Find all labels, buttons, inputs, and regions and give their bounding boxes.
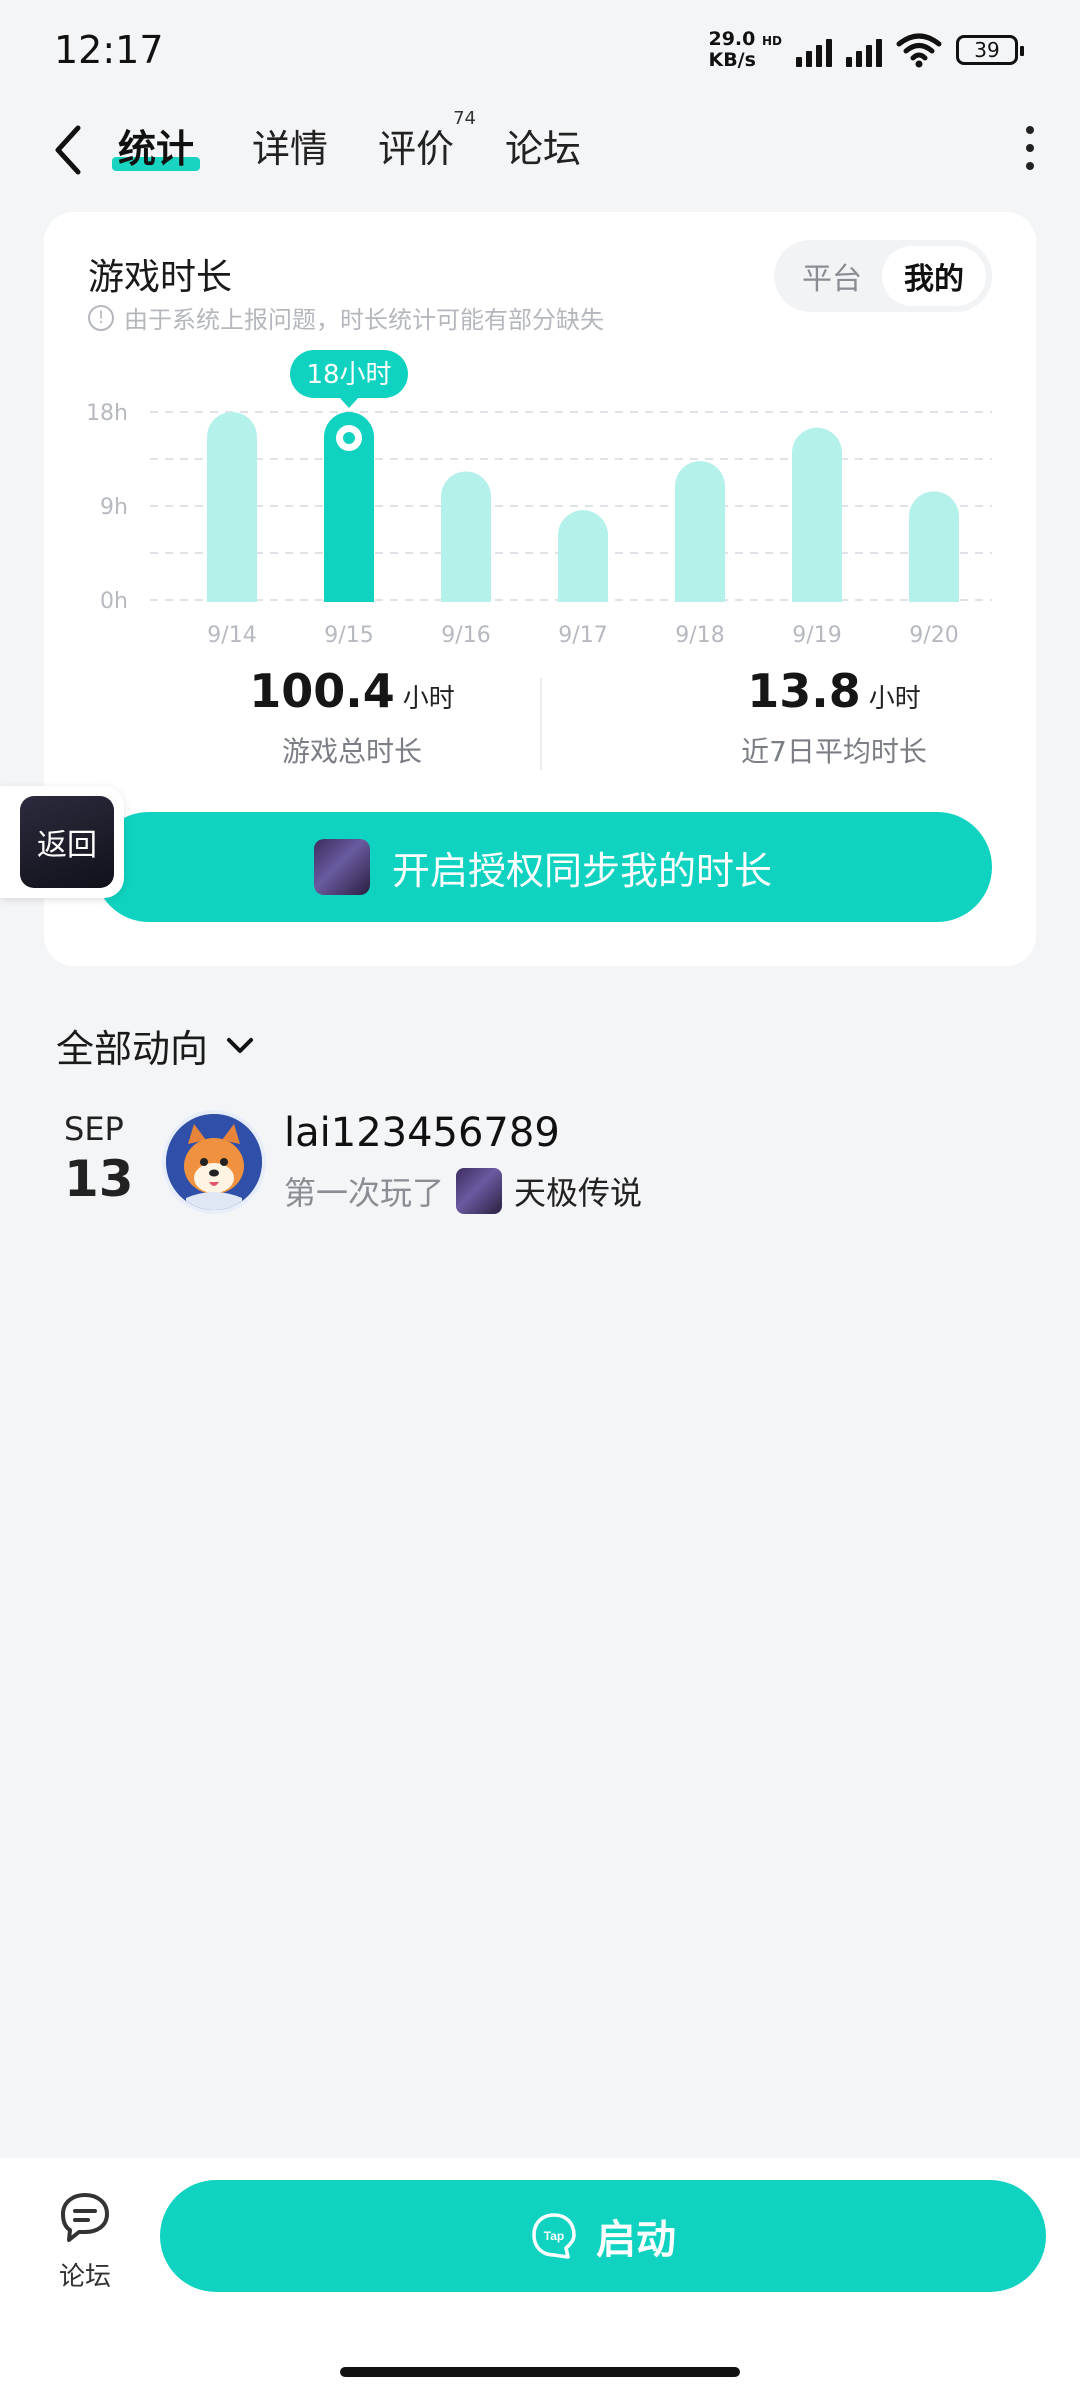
reviews-count-badge: 74 [453,108,477,129]
more-options-icon[interactable] [1020,126,1040,170]
net-speed-unit: KB/s [708,49,756,71]
chart-bar-base [675,576,725,602]
activity-description: 第一次玩了 天极传说 [284,1168,642,1214]
toggle-mine[interactable]: 我的 [882,246,986,306]
chart-bar-base [441,576,491,602]
game-thumbnail [456,1168,503,1214]
chart-bar [792,427,842,602]
activity-game[interactable]: 天极传说 [514,1168,642,1214]
x-tick-label: 9/15 [324,623,373,648]
highlight-marker-dot [343,432,355,444]
chart-bar-base [558,576,608,602]
avg-playtime-unit: 小时 [868,684,921,714]
tab-reviews-label: 评价 [378,127,455,171]
total-playtime: 100.4 小时 游戏总时长 [152,664,552,770]
card-note-text: 由于系统上报问题，时长统计可能有部分缺失 [124,306,604,334]
launch-button[interactable]: Tap 启动 [160,2180,1046,2292]
tap-logo-text: Tap [544,2229,564,2243]
tab-reviews[interactable]: 评价 74 [378,108,476,173]
floating-back-label: 返回 [37,828,97,863]
hd-label: HD [761,34,782,48]
total-playtime-label: 游戏总时长 [281,735,422,768]
back-arrow-icon[interactable] [48,122,92,178]
tooltip-pointer [339,397,359,408]
avg-playtime: 13.8 小时 近7日平均时长 [634,664,1034,770]
home-indicator [340,2367,740,2377]
avatar[interactable] [162,1110,266,1214]
tab-details[interactable]: 详情 [252,118,328,173]
sync-playtime-label: 开启授权同步我的时长 [391,848,772,893]
status-indicators: 29.0 HD KB/s 39 [708,30,1024,70]
net-speed-value: 29.0 [708,28,756,50]
activity-filter-dropdown[interactable]: 全部动向 [56,1018,258,1073]
x-tick-label: 9/17 [558,623,607,648]
chart-bar [207,412,257,602]
tab-details-label: 详情 [252,127,329,171]
activity-month: SEP [64,1110,124,1148]
x-tick-label: 9/20 [909,623,958,648]
cell-signal-icon [796,33,832,67]
cell-signal-2-icon [846,33,882,67]
game-thumbnail [313,839,370,895]
launch-label: 启动 [596,2217,676,2263]
battery-icon: 39 [956,35,1024,65]
playtime-card: 游戏时长 ! 由于系统上报问题，时长统计可能有部分缺失 平台 我的 18h 9h 0… [44,212,1036,966]
y-tick-label: 9h [100,495,128,520]
tab-forum-label: 论坛 [505,127,582,171]
avg-playtime-value: 13.8 [747,664,861,718]
y-tick-label: 18h [86,401,128,426]
total-playtime-value: 100.4 [249,664,395,718]
status-time: 12:17 [54,28,164,72]
playtime-bar-chart: 18h 9h 0h 9/14 9/15 18小时 9/16 9/17 9/18 9/19 9/20 [86,350,992,648]
sync-playtime-button[interactable]: 开启授权同步我的时长 [94,812,992,922]
chart-bar-base [909,576,959,602]
chevron-down-icon [227,1037,254,1053]
chart-bar-base [207,576,257,602]
x-tick-label: 9/16 [441,623,490,648]
tab-stats[interactable]: 统计 [112,118,201,173]
avg-playtime-label: 近7日平均时长 [741,735,927,768]
tooltip-label: 18小时 [306,360,391,390]
top-nav: 统计 详情 评价 74 论坛 [0,104,1080,190]
wifi-icon [896,33,942,68]
chat-bubble-icon [61,2193,109,2242]
activity-item[interactable]: SEP 13 lai123456789 第一次玩了 天极传说 [0,1100,1080,1240]
card-note: ! 由于系统上报问题，时长统计可能有部分缺失 [88,300,604,335]
forum-nav-button[interactable]: 论坛 [52,2190,118,2293]
toggle-platform[interactable]: 平台 [780,246,884,306]
source-toggle: 平台 我的 [774,240,992,312]
status-bar: 12:17 29.0 HD KB/s 39 [0,0,1080,104]
stat-divider [540,678,542,770]
shiba-avatar-icon [166,1114,262,1210]
floating-back-button[interactable]: 返回 [0,786,124,898]
activity-action: 第一次玩了 [284,1174,445,1212]
network-speed: 29.0 HD KB/s [708,30,782,70]
bottom-action-bar: 论坛 Tap 启动 [0,2158,1080,2400]
x-tick-label: 9/19 [792,623,841,648]
floating-back-thumb: 返回 [20,796,114,888]
battery-level: 39 [974,38,1000,62]
x-tick-label: 9/18 [675,623,724,648]
activity-filter-label: 全部动向 [56,1027,209,1071]
activity-username[interactable]: lai123456789 [284,1110,560,1156]
card-title: 游戏时长 [88,257,233,298]
forum-nav-label: 论坛 [58,2262,111,2292]
y-tick-label: 0h [100,589,128,614]
chart-bar-base [792,576,842,602]
tab-forum[interactable]: 论坛 [505,118,581,173]
x-tick-label: 9/14 [207,623,256,648]
info-icon: ! [88,304,114,331]
activity-day: 13 [64,1150,134,1208]
tab-stats-label: 统计 [118,127,195,171]
total-playtime-unit: 小时 [402,684,455,714]
chart-bar-base [324,576,374,602]
tap-logo-icon: Tap [532,2213,576,2259]
